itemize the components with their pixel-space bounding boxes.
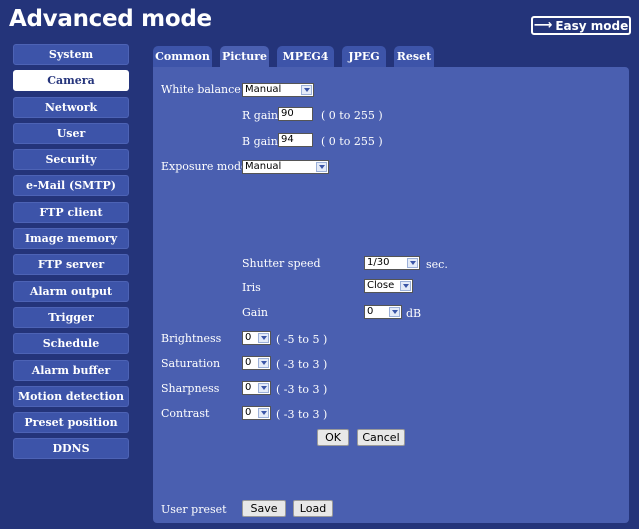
tab-reset[interactable]: Reset bbox=[394, 46, 434, 67]
saturation-range: ( -3 to 3 ) bbox=[276, 358, 328, 371]
sidebar-item-security[interactable]: Security bbox=[13, 149, 129, 171]
b-gain-label: B gain bbox=[242, 135, 278, 148]
gain-unit: dB bbox=[406, 307, 422, 320]
saturation-select[interactable]: 0 bbox=[242, 356, 271, 370]
tab-picture[interactable]: Picture bbox=[220, 46, 269, 67]
contrast-range: ( -3 to 3 ) bbox=[276, 408, 328, 421]
r-gain-range: ( 0 to 255 ) bbox=[321, 109, 383, 122]
chevron-down-icon bbox=[407, 258, 418, 268]
contrast-label: Contrast bbox=[161, 407, 210, 420]
user-preset-label: User preset bbox=[161, 503, 227, 516]
sharpness-value: 0 bbox=[245, 382, 252, 393]
sharpness-label: Sharpness bbox=[161, 382, 220, 395]
sidebar-item-ftp-client[interactable]: FTP client bbox=[13, 201, 129, 223]
b-gain-input[interactable]: 94 bbox=[278, 133, 313, 147]
chevron-down-icon bbox=[258, 358, 269, 368]
easy-mode-label: Easy mode bbox=[555, 18, 629, 33]
tab-common[interactable]: Common bbox=[153, 46, 212, 67]
chevron-down-icon bbox=[301, 85, 312, 95]
saturation-label: Saturation bbox=[161, 357, 221, 370]
sharpness-select[interactable]: 0 bbox=[242, 381, 271, 395]
shutter-speed-label: Shutter speed bbox=[242, 257, 321, 270]
chevron-down-icon bbox=[258, 383, 269, 393]
sidebar-item-image-memory[interactable]: Image memory bbox=[13, 228, 129, 250]
chevron-down-icon bbox=[258, 333, 269, 343]
sidebar-item-email-smtp[interactable]: e-Mail (SMTP) bbox=[13, 175, 129, 197]
brightness-label: Brightness bbox=[161, 332, 222, 345]
contrast-value: 0 bbox=[245, 407, 252, 418]
gain-select[interactable]: 0 bbox=[364, 305, 402, 319]
app-window: Advanced mode ⟶ Easy mode System Camera … bbox=[0, 0, 639, 529]
sidebar-item-motion-detection[interactable]: Motion detection bbox=[13, 385, 129, 407]
sidebar-item-user[interactable]: User bbox=[13, 122, 129, 144]
sidebar-item-alarm-output[interactable]: Alarm output bbox=[13, 280, 129, 302]
picture-settings-panel: White balance Manual R gain 90 ( 0 to 25… bbox=[153, 67, 629, 523]
arrow-right-icon: ⟶ bbox=[533, 18, 553, 33]
header: Advanced mode ⟶ Easy mode bbox=[0, 0, 639, 41]
sidebar-item-network[interactable]: Network bbox=[13, 96, 129, 118]
ok-button[interactable]: OK bbox=[317, 429, 349, 446]
easy-mode-button[interactable]: ⟶ Easy mode bbox=[531, 16, 631, 35]
iris-select[interactable]: Close bbox=[364, 279, 413, 293]
iris-value: Close bbox=[367, 280, 395, 291]
contrast-select[interactable]: 0 bbox=[242, 406, 271, 420]
sidebar-item-ftp-server[interactable]: FTP server bbox=[13, 254, 129, 276]
page-title: Advanced mode bbox=[9, 6, 212, 32]
exposure-mode-value: Manual bbox=[245, 161, 282, 172]
iris-label: Iris bbox=[242, 281, 261, 294]
chevron-down-icon bbox=[258, 408, 269, 418]
saturation-value: 0 bbox=[245, 357, 252, 368]
sharpness-range: ( -3 to 3 ) bbox=[276, 383, 328, 396]
load-button[interactable]: Load bbox=[293, 500, 333, 517]
save-button[interactable]: Save bbox=[242, 500, 286, 517]
brightness-range: ( -5 to 5 ) bbox=[276, 333, 328, 346]
sidebar-item-trigger[interactable]: Trigger bbox=[13, 306, 129, 328]
cancel-button[interactable]: Cancel bbox=[357, 429, 405, 446]
exposure-mode-label: Exposure mode bbox=[161, 160, 248, 173]
tab-mpeg4[interactable]: MPEG4 bbox=[277, 46, 334, 67]
white-balance-value: Manual bbox=[245, 84, 282, 95]
white-balance-label: White balance bbox=[161, 83, 241, 96]
exposure-mode-select[interactable]: Manual bbox=[242, 160, 329, 174]
sidebar-item-preset-position[interactable]: Preset position bbox=[13, 412, 129, 434]
chevron-down-icon bbox=[316, 162, 327, 172]
sidebar: System Camera Network User Security e-Ma… bbox=[13, 44, 129, 465]
brightness-value: 0 bbox=[245, 332, 252, 343]
brightness-select[interactable]: 0 bbox=[242, 331, 271, 345]
chevron-down-icon bbox=[389, 307, 400, 317]
sidebar-item-alarm-buffer[interactable]: Alarm buffer bbox=[13, 359, 129, 381]
sidebar-item-system[interactable]: System bbox=[13, 44, 129, 65]
shutter-speed-select[interactable]: 1/30 bbox=[364, 256, 420, 270]
r-gain-input[interactable]: 90 bbox=[278, 107, 313, 121]
tab-jpeg[interactable]: JPEG bbox=[342, 46, 386, 67]
gain-label: Gain bbox=[242, 306, 268, 319]
shutter-speed-unit: sec. bbox=[426, 258, 448, 271]
sidebar-item-ddns[interactable]: DDNS bbox=[13, 438, 129, 460]
white-balance-select[interactable]: Manual bbox=[242, 83, 314, 97]
b-gain-range: ( 0 to 255 ) bbox=[321, 135, 383, 148]
chevron-down-icon bbox=[400, 281, 411, 291]
r-gain-label: R gain bbox=[242, 109, 278, 122]
gain-value: 0 bbox=[367, 306, 374, 317]
shutter-speed-value: 1/30 bbox=[367, 257, 390, 268]
sidebar-item-camera[interactable]: Camera bbox=[13, 70, 129, 92]
sidebar-item-schedule[interactable]: Schedule bbox=[13, 333, 129, 355]
